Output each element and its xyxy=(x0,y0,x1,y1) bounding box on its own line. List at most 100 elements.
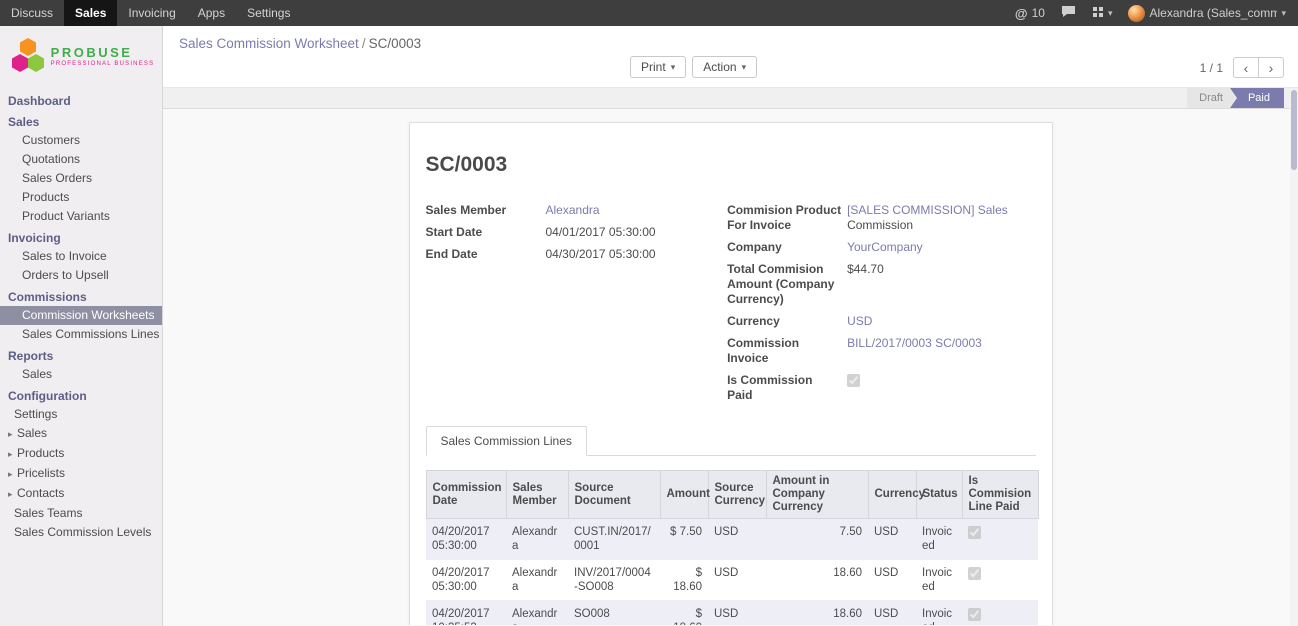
breadcrumb-parent-link[interactable]: Sales Commission Worksheet xyxy=(179,36,359,51)
pager-previous-button[interactable]: ‹ xyxy=(1233,57,1259,78)
cell-amount: $ 18.60 xyxy=(660,601,708,626)
action-button[interactable]: Action▾ xyxy=(692,56,757,78)
field-value-currency[interactable]: USD xyxy=(847,314,872,329)
expand-arrow-icon: ▸ xyxy=(8,467,17,482)
sidebar: PROBUSE PROFESSIONAL BUSINESS Dashboard … xyxy=(0,26,163,626)
sidebar-item-config-pricelists[interactable]: ▸Pricelists xyxy=(0,464,162,484)
field-value-total-commission: $44.70 xyxy=(847,262,884,277)
col-header-status[interactable]: Status xyxy=(916,471,962,519)
apps-grid-icon xyxy=(1092,6,1104,21)
field-label-total-commission: Total Commision Amount (Company Currency… xyxy=(727,262,847,307)
col-header-amount[interactable]: Amount xyxy=(660,471,708,519)
tab-sales-commission-lines[interactable]: Sales Commission Lines xyxy=(426,426,587,456)
sidebar-heading-configuration[interactable]: Configuration xyxy=(0,384,162,405)
field-value-company[interactable]: YourCompany xyxy=(847,240,923,255)
sidebar-item-customers[interactable]: Customers xyxy=(0,131,162,150)
pager-counter: 1 / 1 xyxy=(1200,61,1223,75)
sidebar-item-sales-teams[interactable]: Sales Teams xyxy=(0,504,162,523)
breadcrumb: Sales Commission Worksheet/SC/0003 xyxy=(179,36,421,51)
cell-sales-member: Alexandra xyxy=(506,560,568,601)
sidebar-heading-sales[interactable]: Sales xyxy=(0,110,162,131)
print-button[interactable]: Print▾ xyxy=(630,56,686,78)
sidebar-item-commission-worksheets[interactable]: Commission Worksheets xyxy=(0,306,162,325)
sidebar-heading-dashboard[interactable]: Dashboard xyxy=(0,89,162,110)
chevron-down-icon: ▾ xyxy=(1281,8,1286,19)
apps-switcher-menu[interactable]: ▾ xyxy=(1084,0,1121,26)
sidebar-item-sales-orders[interactable]: Sales Orders xyxy=(0,169,162,188)
col-header-currency[interactable]: Currency xyxy=(868,471,916,519)
sidebar-item-config-contacts[interactable]: ▸Contacts xyxy=(0,484,162,504)
sidebar-item-sales-commission-levels[interactable]: Sales Commission Levels xyxy=(0,523,162,542)
topbar-menu-settings[interactable]: Settings xyxy=(236,0,301,26)
sidebar-item-orders-to-upsell[interactable]: Orders to Upsell xyxy=(0,266,162,285)
pager-next-button[interactable]: › xyxy=(1258,57,1284,78)
scrollbar-thumb[interactable] xyxy=(1291,90,1297,170)
action-buttons: Print▾ Action▾ xyxy=(630,56,757,78)
user-menu[interactable]: Alexandra (Sales_comm... ▾ xyxy=(1120,0,1294,26)
cell-sales-member: Alexandra xyxy=(506,519,568,560)
line-paid-checkbox[interactable] xyxy=(968,526,981,539)
cell-source-currency: USD xyxy=(708,560,766,601)
commission-product-link[interactable]: [SALES COMMISSION] Sales xyxy=(847,203,1008,217)
line-paid-checkbox[interactable] xyxy=(968,567,981,580)
status-stage-paid[interactable]: Paid xyxy=(1230,88,1284,108)
vertical-scrollbar[interactable] xyxy=(1290,89,1298,626)
cell-amount-company: 18.60 xyxy=(766,560,868,601)
app-root: Discuss Sales Invoicing Apps Settings @ … xyxy=(0,0,1298,626)
col-header-amount-company[interactable]: Amount in Company Currency xyxy=(766,471,868,519)
field-label-commission-invoice: Commission Invoice xyxy=(727,336,847,366)
topbar-menu-sales[interactable]: Sales xyxy=(64,0,117,26)
content: Sales Commission Worksheet/SC/0003 Print… xyxy=(163,26,1298,626)
sidebar-heading-invoicing[interactable]: Invoicing xyxy=(0,226,162,247)
commission-line-row[interactable]: 04/20/2017 10:35:53 Alexandra SO008 $ 18… xyxy=(426,601,1038,626)
sidebar-item-config-products[interactable]: ▸Products xyxy=(0,444,162,464)
field-value-sales-member[interactable]: Alexandra xyxy=(546,203,600,218)
field-label-is-commission-paid: Is Commission Paid xyxy=(727,373,847,403)
col-header-source-document[interactable]: Source Document xyxy=(568,471,660,519)
cell-line-paid xyxy=(962,601,1038,626)
cell-source-document: SO008 xyxy=(568,601,660,626)
sidebar-item-product-variants[interactable]: Product Variants xyxy=(0,207,162,226)
is-commission-paid-checkbox[interactable] xyxy=(847,374,860,387)
avatar xyxy=(1128,5,1145,22)
sidebar-item-label: Contacts xyxy=(17,486,64,500)
status-stage-draft[interactable]: Draft xyxy=(1187,88,1236,108)
cell-line-paid xyxy=(962,560,1038,601)
cell-amount-company: 7.50 xyxy=(766,519,868,560)
cell-status: Invoiced xyxy=(916,519,962,560)
field-label-end-date: End Date xyxy=(426,247,546,262)
messages-menu[interactable] xyxy=(1053,0,1084,26)
sidebar-item-settings[interactable]: Settings xyxy=(0,405,162,424)
expand-arrow-icon: ▸ xyxy=(8,427,17,442)
col-header-commission-date[interactable]: Commission Date xyxy=(426,471,506,519)
sidebar-item-quotations[interactable]: Quotations xyxy=(0,150,162,169)
sidebar-item-sales-to-invoice[interactable]: Sales to Invoice xyxy=(0,247,162,266)
col-header-source-currency[interactable]: Source Currency xyxy=(708,471,766,519)
cell-commission-date: 04/20/2017 05:30:00 xyxy=(426,519,506,560)
commission-line-row[interactable]: 04/20/2017 05:30:00 Alexandra INV/2017/0… xyxy=(426,560,1038,601)
topbar-menu-apps[interactable]: Apps xyxy=(187,0,236,26)
commission-line-row[interactable]: 04/20/2017 05:30:00 Alexandra CUST.IN/20… xyxy=(426,519,1038,560)
sidebar-item-products[interactable]: Products xyxy=(0,188,162,207)
activities-menu[interactable]: @ 10 xyxy=(1007,0,1053,26)
systray: @ 10 ▾ Alexandra (Sales_comm.. xyxy=(1007,0,1298,26)
topbar-menu-invoicing[interactable]: Invoicing xyxy=(117,0,186,26)
form-view-area: SC/0003 Sales Member Alexandra Start Dat… xyxy=(163,109,1298,625)
sidebar-heading-commissions[interactable]: Commissions xyxy=(0,285,162,306)
sidebar-heading-reports[interactable]: Reports xyxy=(0,344,162,365)
sidebar-item-config-sales[interactable]: ▸Sales xyxy=(0,424,162,444)
pager: 1 / 1 ‹ › xyxy=(1200,57,1284,78)
line-paid-checkbox[interactable] xyxy=(968,608,981,621)
sidebar-item-reports-sales[interactable]: Sales xyxy=(0,365,162,384)
field-label-company: Company xyxy=(727,240,847,255)
topbar-menu-discuss[interactable]: Discuss xyxy=(0,0,64,26)
app-logo[interactable]: PROBUSE PROFESSIONAL BUSINESS xyxy=(0,26,162,89)
field-label-start-date: Start Date xyxy=(426,225,546,240)
sidebar-item-sales-commissions-lines[interactable]: Sales Commissions Lines xyxy=(0,325,162,344)
col-header-sales-member[interactable]: Sales Member xyxy=(506,471,568,519)
field-value-commission-invoice[interactable]: BILL/2017/0003 SC/0003 xyxy=(847,336,982,351)
field-groups: Sales Member Alexandra Start Date 04/01/… xyxy=(426,203,1036,410)
col-header-line-paid[interactable]: Is Commision Line Paid xyxy=(962,471,1038,519)
record-title: SC/0003 xyxy=(426,153,1036,177)
cell-amount-company: 18.60 xyxy=(766,601,868,626)
